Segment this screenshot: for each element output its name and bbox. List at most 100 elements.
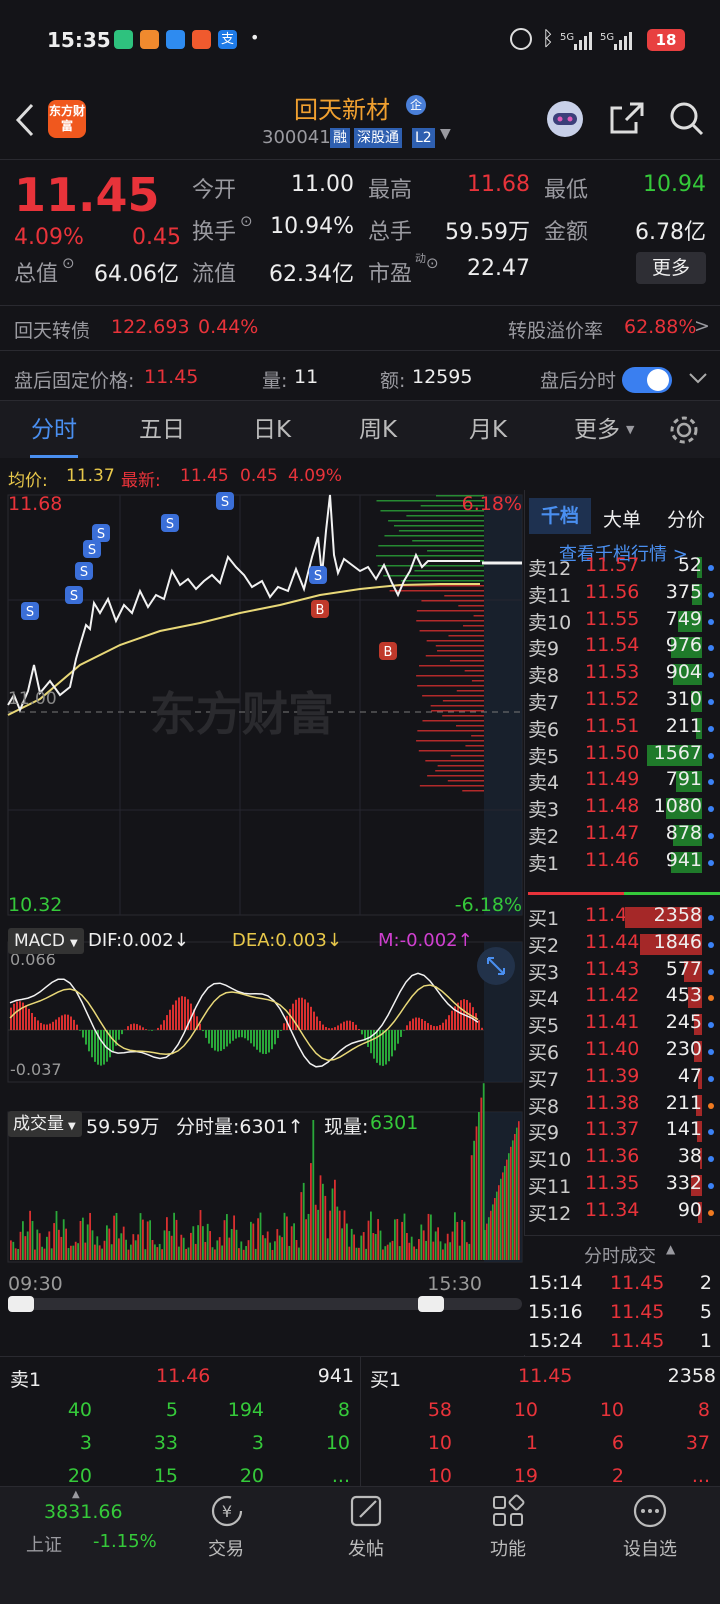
convertible-bond-row[interactable]: 回天转债 122.693 0.44% 转股溢价率 62.88% > bbox=[0, 305, 720, 350]
tab-monthly-k[interactable]: 月K bbox=[450, 401, 526, 459]
bid-level[interactable]: 买4 11.42 453 bbox=[528, 984, 720, 1011]
bid-level[interactable]: 买12 11.34 90 bbox=[528, 1199, 720, 1226]
queue-order: ... bbox=[691, 1465, 710, 1487]
volume-bar bbox=[298, 1247, 300, 1260]
macd-bar bbox=[280, 1030, 282, 1031]
depth-bar bbox=[377, 565, 484, 567]
depth-bar bbox=[416, 675, 484, 677]
after-hours-amount-label: 额: bbox=[380, 370, 406, 392]
sell-signal[interactable]: S bbox=[309, 566, 327, 584]
macd-bar bbox=[358, 1028, 360, 1030]
ask-level[interactable]: 卖6 11.51 211 bbox=[528, 715, 720, 742]
info-icon[interactable]: ⊙ bbox=[426, 254, 439, 272]
tab-timeshare[interactable]: 分时 bbox=[16, 401, 92, 459]
search-icon[interactable] bbox=[668, 100, 706, 138]
ask-level[interactable]: 卖4 11.49 791 bbox=[528, 768, 720, 795]
buy-signal[interactable]: B bbox=[379, 642, 397, 660]
bottom-nav: ▲ 3831.66 上证 -1.15% ¥ 交易 发帖 功能 设自选 bbox=[0, 1486, 720, 1604]
range-slider-left-handle[interactable] bbox=[8, 1296, 34, 1312]
macd-bar bbox=[352, 1021, 354, 1030]
bid-level[interactable]: 买5 11.41 245 bbox=[528, 1011, 720, 1038]
app-notification-icon bbox=[192, 30, 211, 49]
volume-bar bbox=[168, 1231, 171, 1260]
eastmoney-logo[interactable]: 东方财富 bbox=[48, 100, 86, 138]
volume-bar bbox=[178, 1246, 180, 1260]
svg-text:S: S bbox=[97, 527, 105, 542]
ask-level[interactable]: 卖8 11.53 904 bbox=[528, 661, 720, 688]
tab-weekly-k[interactable]: 周K bbox=[340, 401, 416, 459]
volume-bar bbox=[247, 1240, 250, 1260]
sell-signal[interactable]: S bbox=[92, 524, 110, 542]
bid-level[interactable]: 买3 11.43 577 bbox=[528, 958, 720, 985]
back-arrow-icon[interactable] bbox=[14, 102, 36, 138]
info-icon[interactable]: ⊙ bbox=[62, 254, 75, 272]
settings-gear-icon[interactable] bbox=[668, 414, 700, 446]
bid-level[interactable]: 买8 11.38 211 bbox=[528, 1092, 720, 1119]
tab-more-caret-icon[interactable]: ▼ bbox=[626, 423, 634, 436]
sell-signal[interactable]: S bbox=[75, 562, 93, 580]
ask-level[interactable]: 卖2 11.47 878 bbox=[528, 822, 720, 849]
macd-bar bbox=[271, 1030, 273, 1050]
sell-signal[interactable]: S bbox=[216, 492, 234, 510]
intraday-chart[interactable]: 东方财富 SSSSSSSSBB 11.68 10.32 11.00 6.18% … bbox=[0, 490, 524, 1360]
chevron-down-icon[interactable] bbox=[688, 371, 708, 385]
tab-price-distribution[interactable]: 分价 bbox=[667, 505, 705, 532]
after-hours-toggle[interactable] bbox=[622, 367, 672, 393]
sell-signal[interactable]: S bbox=[65, 586, 83, 604]
bid-level[interactable]: 买11 11.35 332 bbox=[528, 1172, 720, 1199]
ask-level[interactable]: 卖1 11.46 941 bbox=[528, 849, 720, 876]
nav-add-watchlist[interactable]: 设自选 bbox=[578, 1487, 720, 1603]
robot-assistant-icon[interactable] bbox=[544, 98, 586, 140]
depth-bar bbox=[416, 610, 484, 612]
macd-selector[interactable]: MACD ▼ bbox=[8, 928, 84, 954]
tab-daily-k[interactable]: 日K bbox=[234, 401, 310, 459]
tab-big-orders[interactable]: 大单 bbox=[603, 505, 641, 532]
bid-level[interactable]: 买2 11.44 1846 bbox=[528, 931, 720, 958]
ask-level[interactable]: 卖5 11.50 1567 bbox=[528, 742, 720, 769]
share-icon[interactable] bbox=[608, 100, 646, 136]
macd-bar bbox=[247, 1030, 249, 1041]
nav-trade[interactable]: ¥ 交易 bbox=[154, 1487, 298, 1603]
volume-bar bbox=[19, 1231, 22, 1260]
bid-level[interactable]: 买7 11.39 47 bbox=[528, 1065, 720, 1092]
sell-signal[interactable]: S bbox=[161, 514, 179, 532]
tab-more[interactable]: 更多 bbox=[562, 401, 632, 459]
more-button[interactable]: 更多 bbox=[636, 252, 706, 284]
sell-signal[interactable]: S bbox=[21, 602, 39, 620]
bid-level[interactable]: 买1 11.45 2358 bbox=[528, 904, 720, 931]
nav-post[interactable]: 发帖 bbox=[294, 1487, 438, 1603]
range-slider-track[interactable] bbox=[8, 1298, 522, 1310]
nav-functions[interactable]: 功能 bbox=[436, 1487, 580, 1603]
volume-bar bbox=[199, 1210, 202, 1260]
volume-bar bbox=[475, 1126, 478, 1260]
volume-selector[interactable]: 成交量 ▼ bbox=[8, 1111, 82, 1137]
code-dropdown-icon[interactable]: ▼ bbox=[440, 126, 451, 142]
ask-level[interactable]: 卖11 11.56 375 bbox=[528, 581, 720, 608]
low-label: 最低 bbox=[544, 178, 589, 203]
index-ticker[interactable]: ▲ 3831.66 上证 -1.15% bbox=[0, 1487, 157, 1603]
ask-level[interactable]: 卖3 11.48 1080 bbox=[528, 795, 720, 822]
bid-level[interactable]: 买10 11.36 38 bbox=[528, 1145, 720, 1172]
bid-level[interactable]: 买9 11.37 141 bbox=[528, 1118, 720, 1145]
ask-level[interactable]: 卖10 11.55 749 bbox=[528, 608, 720, 635]
ask-level[interactable]: 卖9 11.54 976 bbox=[528, 634, 720, 661]
volume-bar bbox=[278, 1235, 281, 1260]
tick-trade-row: 15:24 11.45 1 bbox=[528, 1330, 716, 1356]
tab-thousand-level[interactable]: 千档 bbox=[529, 498, 591, 534]
ask-level[interactable]: 卖7 11.52 310 bbox=[528, 688, 720, 715]
buy-signal[interactable]: B bbox=[311, 600, 329, 618]
bid-level[interactable]: 买6 11.40 230 bbox=[528, 1038, 720, 1065]
status-bar: 15:35 支 • ᛒ 5G 5G 18 bbox=[0, 0, 720, 80]
collapse-icon[interactable]: ▲ bbox=[666, 1242, 675, 1256]
macd-bar bbox=[430, 1024, 432, 1030]
ask-level[interactable]: 卖12 11.57 52 bbox=[528, 554, 720, 581]
volume-bar bbox=[504, 1166, 506, 1260]
info-icon[interactable]: ⊙ bbox=[240, 212, 253, 230]
volume-bar bbox=[334, 1179, 336, 1260]
range-slider-right-handle[interactable] bbox=[418, 1296, 444, 1312]
sell-signal[interactable]: S bbox=[83, 540, 101, 558]
tab-five-day[interactable]: 五日 bbox=[124, 401, 200, 459]
queue-order: 10 bbox=[325, 1432, 350, 1454]
nav-functions-label: 功能 bbox=[490, 1539, 526, 1560]
macd-bar bbox=[262, 1030, 264, 1054]
